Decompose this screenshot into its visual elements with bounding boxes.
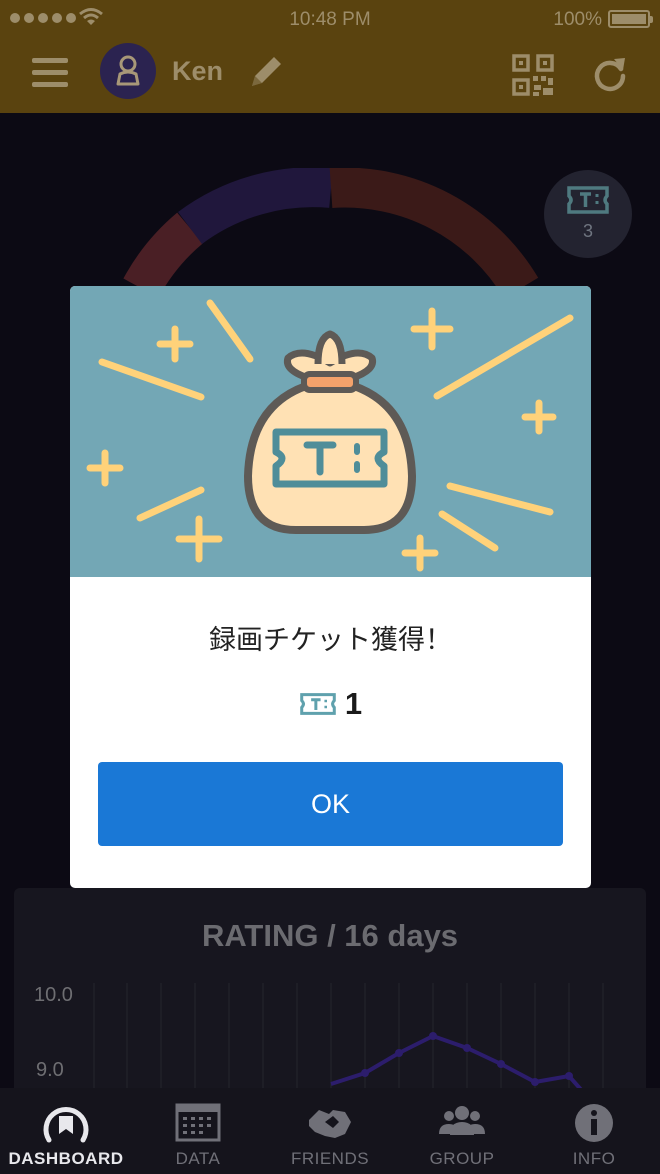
modal-overlay[interactable]: 録画チケット獲得！ 1 OK: [0, 0, 660, 1174]
tab-data[interactable]: DATA: [132, 1088, 264, 1174]
group-icon: [439, 1106, 485, 1135]
reward-count: 1: [344, 686, 363, 721]
ticket-icon: [300, 693, 336, 715]
reward-banner: [70, 286, 591, 577]
modal-title: 録画チケット獲得！: [209, 625, 452, 656]
dashboard-icon: [43, 1107, 89, 1143]
tab-label: INFO: [572, 1149, 616, 1168]
friends-icon: [309, 1110, 351, 1138]
calendar-icon: [175, 1103, 221, 1142]
tab-label: DASHBOARD: [8, 1149, 124, 1168]
tab-dashboard[interactable]: DASHBOARD: [0, 1088, 132, 1174]
tab-friends[interactable]: FRIENDS: [264, 1088, 396, 1174]
ticket-reward-dialog: 録画チケット獲得！ 1 OK: [70, 286, 591, 888]
app-screen: 10:48 PM 100% Ken 3 RATING / 16 days 10.…: [0, 0, 660, 1174]
money-bag-illustration: [86, 299, 574, 572]
ok-button[interactable]: OK: [98, 762, 563, 846]
tab-label: DATA: [175, 1149, 221, 1168]
tab-label: GROUP: [429, 1149, 495, 1168]
tab-label: FRIENDS: [290, 1149, 370, 1168]
tab-bar: DASHBOARD DATA FRIENDS GROUP INFO: [0, 1088, 660, 1174]
reward-amount: 1: [70, 684, 591, 724]
tab-group[interactable]: GROUP: [396, 1088, 528, 1174]
info-icon: [575, 1104, 613, 1142]
tab-info[interactable]: INFO: [528, 1088, 660, 1174]
